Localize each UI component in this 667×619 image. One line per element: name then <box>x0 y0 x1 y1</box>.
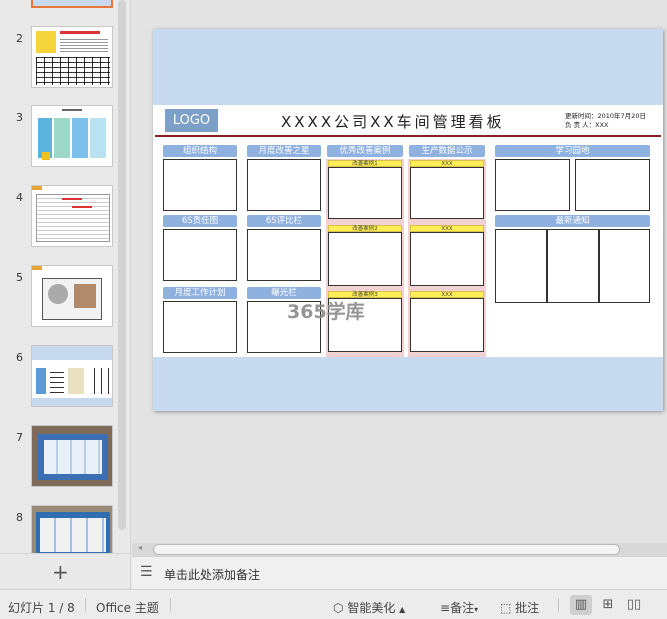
thumbnail-number: 7 <box>16 431 23 444</box>
header-latest-notice: 最新通知 <box>495 215 650 227</box>
slide-thumbnail-4[interactable]: 4 <box>0 185 118 251</box>
panel-learning-1[interactable] <box>495 159 570 211</box>
slide-canvas[interactable]: LOGO XXXX公司XX车间管理看板 更新时间：2010年7月20日 负 责 … <box>153 29 663 411</box>
slide-thumbnail-image[interactable] <box>31 185 113 247</box>
slide-thumbnail-image[interactable] <box>31 345 113 407</box>
slide-thumbnail-2[interactable]: 2 <box>0 26 118 92</box>
chevron-up-icon: ▲ <box>399 605 406 614</box>
thumbnail-number: 2 <box>16 32 23 45</box>
slide-thumbnail-3[interactable]: 3 <box>0 105 118 171</box>
header-6s-rating: 6S评比栏 <box>247 215 321 227</box>
slide-thumbnail-image[interactable] <box>31 425 113 487</box>
slide-editing-area[interactable]: LOGO XXXX公司XX车间管理看板 更新时间：2010年7月20日 负 责 … <box>132 0 667 543</box>
comment-icon: ⬚ <box>500 601 512 615</box>
panel-6s-rating[interactable] <box>247 229 321 281</box>
header-monthly-plan: 月度工作计划 <box>163 287 237 299</box>
status-divider <box>558 598 559 612</box>
watermark-text: 365学库 <box>287 301 365 323</box>
thumbnail-number: 3 <box>16 111 23 124</box>
board-meta: 更新时间：2010年7月20日 负 责 人：XXX <box>565 112 646 130</box>
panel-improvement-star[interactable] <box>247 159 321 211</box>
slide-thumbnail-6[interactable]: 6 <box>0 345 118 411</box>
notes-toggle-icon: ≡ <box>440 601 451 615</box>
header-6s-responsibility: 6S责任图 <box>163 215 237 227</box>
notes-icon: ☰ <box>140 564 153 580</box>
status-divider <box>170 598 171 612</box>
slide-counter: 幻灯片 1 / 8 <box>8 601 75 615</box>
add-slide-icon[interactable]: + <box>52 560 69 584</box>
horizontal-scroll-thumb[interactable] <box>153 544 620 555</box>
panel-monthly-plan[interactable] <box>163 301 237 353</box>
notes-placeholder[interactable]: 单击此处添加备注 <box>164 566 260 583</box>
smart-beautify-button[interactable]: ⬡ 智能美化 ▲ <box>333 599 405 616</box>
panel-learning-2[interactable] <box>575 159 650 211</box>
notes-pane[interactable]: ☰ 单击此处添加备注 <box>132 556 667 589</box>
thumbnail-number: 5 <box>16 271 23 284</box>
slide-thumbnail-1[interactable] <box>0 0 118 10</box>
thumbnail-number: 6 <box>16 351 23 364</box>
slide-thumbnail-image[interactable] <box>31 26 113 88</box>
panel-data-1[interactable] <box>410 167 484 219</box>
case-label-2: 改善案例2 <box>328 225 402 232</box>
theme-name[interactable]: Office 主题 <box>96 599 159 616</box>
data-label-2: XXX <box>410 225 484 232</box>
header-improvement-star: 月度改善之星 <box>247 145 321 157</box>
thumbnail-number: 4 <box>16 191 23 204</box>
panel-6s-responsibility[interactable] <box>163 229 237 281</box>
scroll-left-icon[interactable]: ◂ <box>138 543 142 552</box>
slide-thumbnail-image[interactable] <box>31 105 113 167</box>
slide-thumbnail-7[interactable]: 7 <box>0 425 118 491</box>
slide-thumbnail-8[interactable]: 8 <box>0 505 118 553</box>
header-learning-corner: 学习园地 <box>495 145 650 157</box>
update-time-text: 更新时间：2010年7月20日 <box>565 112 646 120</box>
slide-sorter-icon[interactable]: ⊞ <box>597 595 619 615</box>
chevron-down-icon: ▾ <box>474 605 479 614</box>
notes-toggle-button[interactable]: ≡备注▾ <box>440 599 478 616</box>
status-divider <box>85 598 86 612</box>
owner-text: 负 责 人：XXX <box>565 121 609 129</box>
panel-notice-3[interactable] <box>599 229 650 303</box>
slide-thumbnail-5[interactable]: 5 <box>0 265 118 331</box>
comments-button[interactable]: ⬚ 批注 <box>500 599 539 616</box>
panel-data-2[interactable] <box>410 232 484 286</box>
panel-notice-2[interactable] <box>547 229 599 303</box>
panel-org-structure[interactable] <box>163 159 237 211</box>
status-bar: 幻灯片 1 / 8 Office 主题 ⬡ 智能美化 ▲ ≡备注▾ ⬚ 批注 ▥… <box>0 589 667 619</box>
comments-label: 批注 <box>515 601 540 615</box>
data-label-3: XXX <box>410 291 484 298</box>
slide-thumbnail-image[interactable] <box>31 265 113 327</box>
slide-thumbnail-image[interactable] <box>31 505 113 553</box>
panel-case-1[interactable] <box>328 167 402 219</box>
normal-view-icon[interactable]: ▥ <box>570 595 592 615</box>
panel-data-3[interactable] <box>410 298 484 352</box>
logo-placeholder[interactable]: LOGO <box>165 109 218 132</box>
smart-beautify-label: 智能美化 <box>347 601 396 615</box>
thumbnail-footer: + <box>0 553 131 589</box>
thumbnail-scrollbar[interactable] <box>118 0 126 530</box>
header-improvement-cases: 优秀改善案例 <box>327 145 403 157</box>
notes-toggle-label: 备注 <box>450 601 475 615</box>
board-title[interactable]: XXXX公司XX车间管理看板 <box>281 111 505 132</box>
management-board: LOGO XXXX公司XX车间管理看板 更新时间：2010年7月20日 负 责 … <box>153 105 663 357</box>
header-production-data: 生产数据公示 <box>409 145 485 157</box>
slide-thumbnail-pane[interactable]: 2 3 4 5 6 7 8 <box>0 0 131 553</box>
panel-case-2[interactable] <box>328 232 402 286</box>
header-org-structure: 组织结构 <box>163 145 237 157</box>
data-label-1: XXX <box>410 160 484 167</box>
reading-view-icon[interactable]: ▯▯ <box>623 595 645 615</box>
horizontal-scrollbar[interactable]: ◂ <box>132 543 667 556</box>
panel-notice-1[interactable] <box>495 229 547 303</box>
thumbnail-number: 8 <box>16 511 23 524</box>
case-label-1: 改善案例1 <box>328 160 402 167</box>
slide-thumbnail-image[interactable] <box>31 0 113 8</box>
beautify-icon: ⬡ <box>333 601 344 615</box>
title-rule <box>155 135 661 137</box>
